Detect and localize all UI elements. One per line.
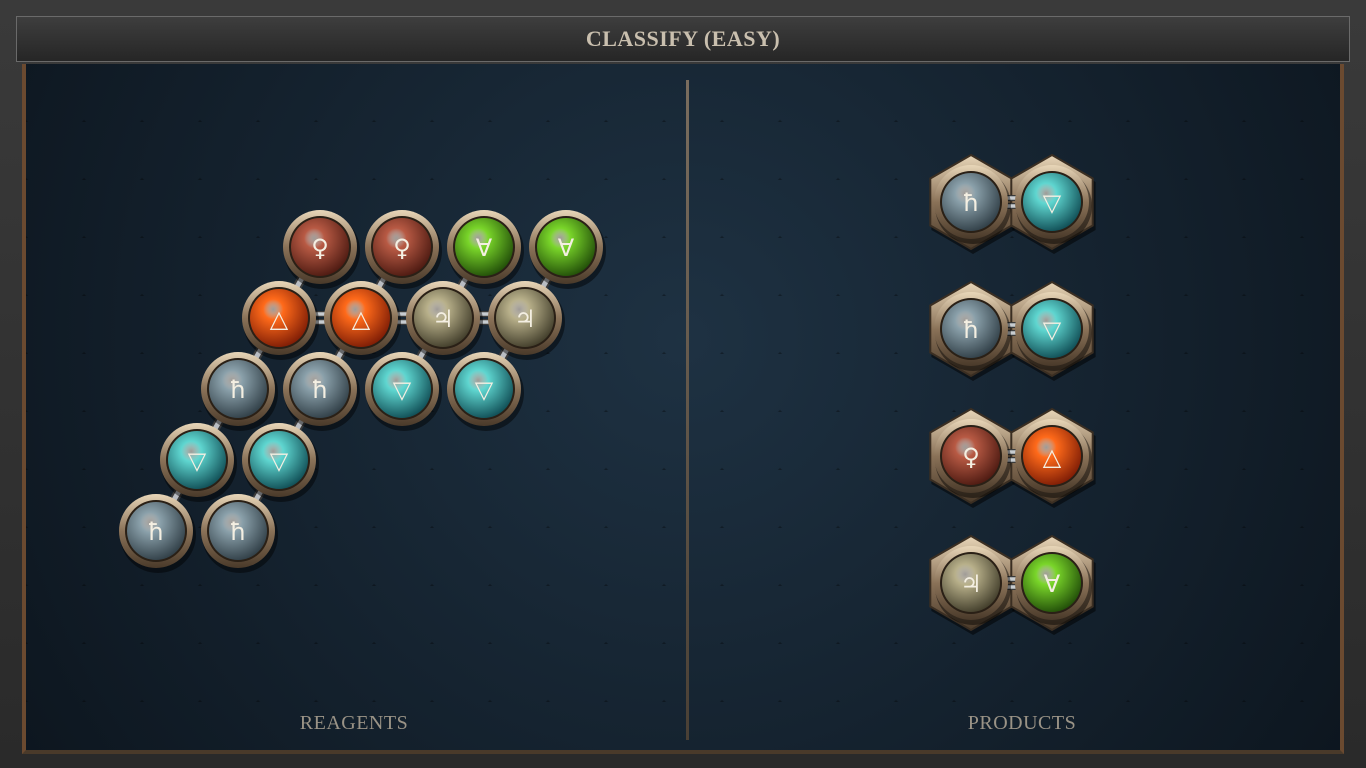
water-icon: ▽ [393,376,412,404]
reagents-label: REAGENTS [299,712,409,734]
molecule-canvas: ♀ ♀ ∀ ∀△ △ ♃ ♃ħ ħ ▽ ▽▽ ▽ħ ħħ ▽ħ ▽♀ △♃ ∀ [119,153,1096,635]
earth-icon: ∀ [476,234,493,262]
water-icon: ▽ [1043,189,1062,217]
puzzle-board: ♀ ♀ ∀ ∀ △ △ ♃ ♃ ħ ħ ▽ ▽ ▽ ▽ ħ ħ ħ ▽ ħ ▽ ♀ △ ♃ ∀ REAGENTS PRODUC… [22,64,1344,754]
product-slot[interactable]: ħ ▽ [929,153,1096,254]
salt-atom[interactable]: ħ [201,352,278,431]
fire-icon: △ [1043,443,1062,471]
water-atom[interactable]: ▽ [447,352,524,431]
fire-atom[interactable]: △ [324,281,401,360]
salt-atom[interactable]: ħ [201,494,278,573]
fire-icon: △ [352,305,371,333]
salt-atom[interactable]: ħ [283,352,360,431]
salt-atom[interactable]: ħ [119,494,196,573]
water-atom[interactable]: ▽ [365,352,442,431]
water-icon: ▽ [188,447,207,475]
earth-icon: ∀ [558,234,575,262]
water-icon: ▽ [475,376,494,404]
salt-icon: ħ [963,189,980,217]
salt-icon: ħ [963,316,980,344]
copper-atom[interactable]: ♀ [365,210,442,289]
water-icon: ▽ [270,447,289,475]
products-label: PRODUCTS [967,712,1077,734]
product-slot[interactable]: ħ ▽ [929,280,1096,381]
product-slot[interactable]: ♀ △ [929,407,1096,508]
tin-icon: ♃ [960,570,982,598]
tin-atom[interactable]: ♃ [488,281,565,360]
title-bar: CLASSIFY (EASY) [16,16,1350,62]
water-atom[interactable]: ▽ [242,423,319,502]
panel-divider [686,80,689,740]
water-atom[interactable]: ▽ [160,423,237,502]
copper-atom[interactable]: ♀ [283,210,360,289]
puzzle-title: CLASSIFY (EASY) [585,26,781,51]
reagent-molecule[interactable]: ♀ ♀ ∀ ∀ △ △ ♃ ♃ ħ ħ ▽ ▽ ▽ ▽ ħ ħ [119,210,606,573]
tin-icon: ♃ [432,305,454,333]
salt-icon: ħ [148,518,165,546]
fire-icon: △ [270,305,289,333]
copper-icon: ♀ [962,443,980,471]
salt-icon: ħ [230,376,247,404]
earth-icon: ∀ [1044,570,1061,598]
copper-icon: ♀ [311,234,329,262]
copper-icon: ♀ [393,234,411,262]
fire-atom[interactable]: △ [242,281,319,360]
salt-icon: ħ [230,518,247,546]
salt-icon: ħ [312,376,329,404]
product-slot[interactable]: ♃ ∀ [929,534,1096,635]
earth-atom[interactable]: ∀ [447,210,524,289]
tin-atom[interactable]: ♃ [406,281,483,360]
game-frame: CLASSIFY (EASY) ♀ ♀ ∀ ∀ △ △ ♃ ♃ ħ ħ ▽ ▽ ▽ ▽ ħ ħ ħ ▽ ħ ▽ ♀ △ ♃ ∀… [0,0,1366,768]
earth-atom[interactable]: ∀ [529,210,606,289]
tin-icon: ♃ [514,305,536,333]
water-icon: ▽ [1043,316,1062,344]
